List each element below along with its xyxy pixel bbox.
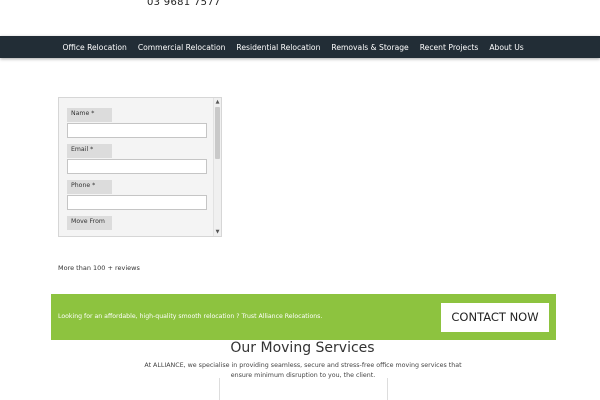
phone-field[interactable] (67, 195, 207, 210)
cta-banner: Looking for an affordable, high-quality … (51, 294, 556, 340)
services-section-title: Our Moving Services (230, 340, 375, 356)
nav-menu: Office Relocation Commercial Relocation … (57, 36, 529, 58)
move-from-field-label: Move From (67, 216, 112, 230)
nav-item-recent-projects[interactable]: Recent Projects (414, 43, 484, 52)
form-scrollbar[interactable]: ▲ ▼ (213, 98, 221, 236)
email-field-label: Email * (67, 144, 112, 158)
name-field[interactable] (67, 123, 207, 138)
phone-field-label: Phone * (67, 180, 112, 194)
nav-item-office-relocation[interactable]: Office Relocation (57, 43, 132, 52)
header-phone-number[interactable]: 03 9681 7577 (147, 0, 221, 8)
name-field-label: Name * (67, 108, 112, 122)
nav-item-residential-relocation[interactable]: Residential Relocation (231, 43, 326, 52)
contact-now-button[interactable]: CONTACT NOW (441, 303, 549, 332)
cta-text: Looking for an affordable, high-quality … (58, 313, 323, 320)
main-navigation-bar: Office Relocation Commercial Relocation … (0, 36, 600, 58)
quote-form-frame: Name * Email * Phone * Move From ▲ ▼ (58, 97, 222, 237)
column-divider (219, 378, 220, 400)
quote-form: Name * Email * Phone * Move From (59, 98, 214, 236)
scrollbar-thumb[interactable] (215, 107, 220, 159)
nav-item-about-us[interactable]: About Us (484, 43, 529, 52)
nav-item-commercial-relocation[interactable]: Commercial Relocation (132, 43, 231, 52)
nav-item-removals-storage[interactable]: Removals & Storage (326, 43, 414, 52)
up-arrow-icon[interactable]: ▲ (214, 98, 221, 106)
down-arrow-icon[interactable]: ▼ (214, 228, 221, 236)
reviews-count-text: More than 100 + reviews (58, 264, 140, 272)
column-divider (387, 378, 388, 400)
services-description: At ALLIANCE, we specialise in providing … (144, 362, 462, 379)
email-field[interactable] (67, 159, 207, 174)
